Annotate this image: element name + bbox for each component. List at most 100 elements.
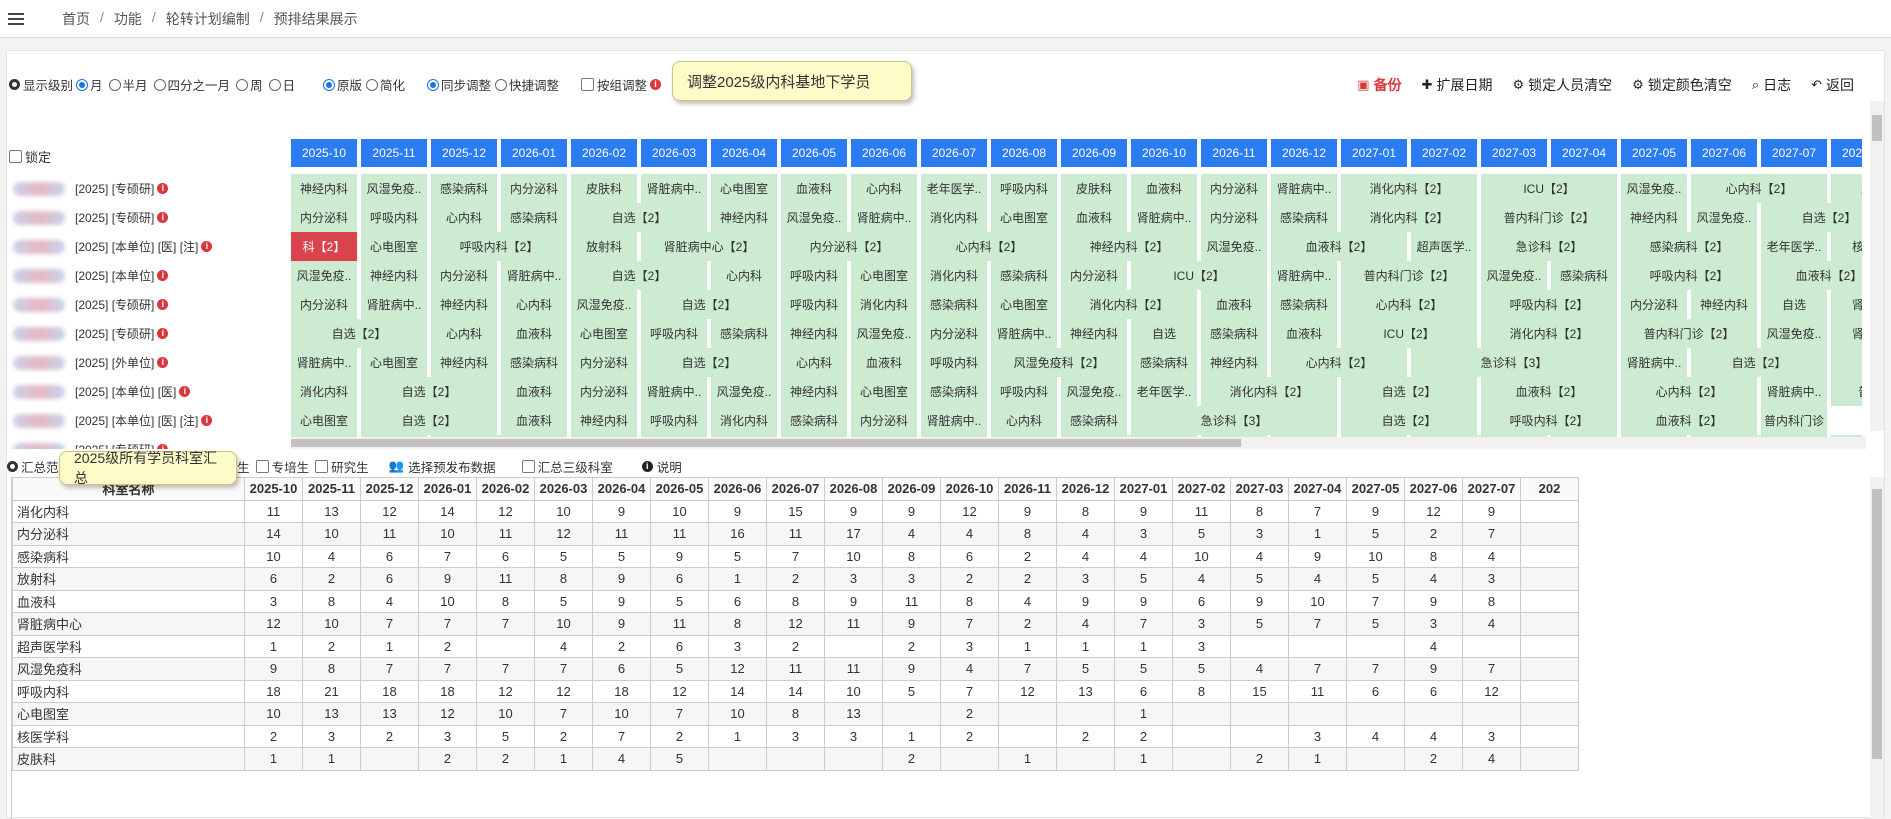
rotation-cell[interactable]: 内分泌科	[501, 174, 567, 203]
rotation-cell[interactable]: 心内科【2】	[1691, 174, 1827, 203]
month-header-cell[interactable]: 2025-10	[291, 139, 357, 167]
schedule-horizontal-scrollbar[interactable]	[291, 437, 1866, 449]
month-header-cell[interactable]: 2027-01	[1341, 139, 1407, 167]
rotation-cell[interactable]: 心内科	[781, 348, 847, 377]
level3-checkbox[interactable]	[521, 459, 535, 473]
clear-locked-people-button[interactable]: ⚙ 锁定人员清空	[1513, 75, 1613, 95]
info-icon[interactable]: i	[179, 386, 191, 397]
rotation-cell[interactable]: 消化内科	[711, 406, 777, 435]
rotation-cell[interactable]: 肾脏病中..	[361, 290, 427, 319]
month-header-cell[interactable]: 2026-04	[711, 139, 777, 167]
rotation-cell[interactable]: 感染病科	[921, 377, 987, 406]
summary-vertical-scrollbar[interactable]	[1870, 477, 1884, 819]
rotation-cell[interactable]: 心内科	[431, 203, 497, 232]
rotation-cell[interactable]: 消化内科	[291, 377, 357, 406]
rotation-cell[interactable]: 普内科门诊【2】	[1341, 261, 1477, 290]
rotation-cell[interactable]: 自选【2】	[291, 319, 427, 348]
log-button[interactable]: ⌕ 日志	[1752, 75, 1791, 95]
rotation-cell[interactable]: 血液科	[851, 348, 917, 377]
info-icon[interactable]: i	[157, 357, 169, 368]
rotation-cell[interactable]: 皮肤科	[1061, 174, 1127, 203]
rotation-cell[interactable]: 神经内科	[1201, 348, 1267, 377]
rotation-cell[interactable]: 感染病科	[1061, 406, 1127, 435]
month-header-cell[interactable]: 2026-07	[921, 139, 987, 167]
rotation-cell[interactable]: 风湿免疫..	[1761, 319, 1827, 348]
rotation-cell[interactable]: 肾脏病中..	[291, 348, 357, 377]
month-header-cell[interactable]: 2027-07	[1761, 139, 1827, 167]
rotation-cell[interactable]: 血液科	[1201, 290, 1267, 319]
month-header-cell[interactable]: 2026-12	[1271, 139, 1337, 167]
rotation-cell[interactable]: 感染病科	[1201, 319, 1267, 348]
info-icon[interactable]: i	[157, 270, 169, 281]
rotation-cell[interactable]: 内分泌科【2】	[781, 232, 917, 261]
rotation-cell[interactable]: 血液科	[1271, 319, 1337, 348]
rotation-cell[interactable]: 心内科【2】	[1341, 290, 1477, 319]
rotation-cell[interactable]: 感染病科	[1271, 203, 1337, 232]
rotation-cell[interactable]: 神经内科	[781, 377, 847, 406]
month-header-cell[interactable]: 2025-12	[431, 139, 497, 167]
rotation-cell[interactable]: 自选【2】	[361, 377, 497, 406]
rotation-cell[interactable]: 心电图室	[361, 348, 427, 377]
rotation-cell[interactable]: 呼吸内科	[921, 348, 987, 377]
rotation-cell[interactable]: 心电图室	[991, 290, 1057, 319]
rotation-cell[interactable]: 肾脏病中..	[1621, 348, 1687, 377]
rotation-cell[interactable]: 感染病科	[1271, 290, 1337, 319]
rotation-cell[interactable]: 肾脏病中..	[641, 377, 707, 406]
rotation-cell[interactable]: 血液科【2】	[1621, 406, 1757, 435]
rotation-cell[interactable]: 呼吸内科【2】	[1481, 406, 1617, 435]
rotation-cell[interactable]: 心电图室	[711, 174, 777, 203]
rotation-cell[interactable]	[1831, 348, 1862, 377]
rotation-cell[interactable]: 自选【2】	[571, 261, 707, 290]
rotation-cell[interactable]: 消化内科【2】	[1341, 174, 1477, 203]
rotation-cell[interactable]: 感染病科	[1131, 348, 1197, 377]
breadcrumb-item[interactable]: 功能	[114, 9, 142, 29]
clear-lock-color-button[interactable]: ⚙ 锁定颜色清空	[1632, 75, 1732, 95]
rotation-cell[interactable]: 急诊科【2】	[1481, 232, 1617, 261]
rotation-cell[interactable]: 呼吸内科【2】	[1621, 261, 1757, 290]
rotation-cell[interactable]: 神经内科	[431, 290, 497, 319]
rotation-cell[interactable]: 普内科门诊【2】	[1621, 319, 1757, 348]
rotation-cell[interactable]: 放射科	[571, 232, 637, 261]
rotation-cell[interactable]: 风湿免疫..	[1481, 261, 1547, 290]
rotation-cell[interactable]: 自选【2】	[641, 290, 777, 319]
info-icon[interactable]: i	[157, 183, 169, 194]
rotation-cell[interactable]: 内分泌科	[291, 290, 357, 319]
rotation-cell[interactable]: 超声医学..	[1411, 232, 1477, 261]
rotation-cell[interactable]: 内分泌科	[1061, 261, 1127, 290]
rotation-cell[interactable]: 感染病科	[711, 319, 777, 348]
scroll-thumb[interactable]	[1872, 489, 1882, 759]
lock-all-checkbox[interactable]	[9, 150, 22, 163]
rotation-cell[interactable]: 神经内科	[431, 348, 497, 377]
select-prepublish-button[interactable]: 👥 选择预发布数据	[389, 457, 496, 476]
month-header-cell[interactable]: 2027-04	[1551, 139, 1617, 167]
rotation-cell[interactable]: 急诊科【3】	[1411, 348, 1617, 377]
rotation-cell[interactable]: 感染病科	[501, 348, 567, 377]
rotation-cell[interactable]: ..	[1831, 174, 1862, 203]
rotation-cell[interactable]: 消化内科【2】	[1201, 377, 1337, 406]
rotation-cell[interactable]: 心内科	[431, 319, 497, 348]
menu-icon[interactable]	[8, 12, 24, 25]
rotation-cell[interactable]: 感染病科【2】	[1621, 232, 1757, 261]
rotation-cell[interactable]: 风湿免疫..	[851, 319, 917, 348]
rotation-cell[interactable]: 消化内科	[921, 261, 987, 290]
rotation-cell[interactable]: 皮肤科	[571, 174, 637, 203]
rotation-cell[interactable]: 普	[1831, 377, 1862, 406]
rotation-cell[interactable]: 心内科	[851, 174, 917, 203]
rotation-cell[interactable]: ICU【2】	[1131, 261, 1267, 290]
rotation-cell[interactable]: 心电图室	[991, 203, 1057, 232]
rotation-cell[interactable]: 心内科【2】	[921, 232, 1057, 261]
rotation-cell[interactable]: ICU【2】	[1481, 174, 1617, 203]
rotation-cell[interactable]: 血液科	[781, 174, 847, 203]
month-header-cell[interactable]: 2026-08	[991, 139, 1057, 167]
backup-button[interactable]: ▣ 备份	[1357, 75, 1401, 95]
rotation-cell[interactable]: 肾脏病中..	[641, 174, 707, 203]
month-header-cell[interactable]: 2026-02	[571, 139, 637, 167]
rotation-cell[interactable]: 消化内科【2】	[1481, 319, 1617, 348]
rotation-cell[interactable]: 风湿免疫科【2】	[991, 348, 1127, 377]
rotation-cell[interactable]: 内分泌科	[921, 319, 987, 348]
rotation-cell[interactable]: 核医	[1831, 232, 1862, 261]
rotation-cell[interactable]: 风湿免疫..	[1061, 377, 1127, 406]
rotation-cell[interactable]: 科【2】	[291, 232, 357, 261]
rotation-cell[interactable]: 普内科门诊【2】	[1481, 203, 1617, 232]
filter-checkbox[interactable]	[255, 459, 269, 473]
